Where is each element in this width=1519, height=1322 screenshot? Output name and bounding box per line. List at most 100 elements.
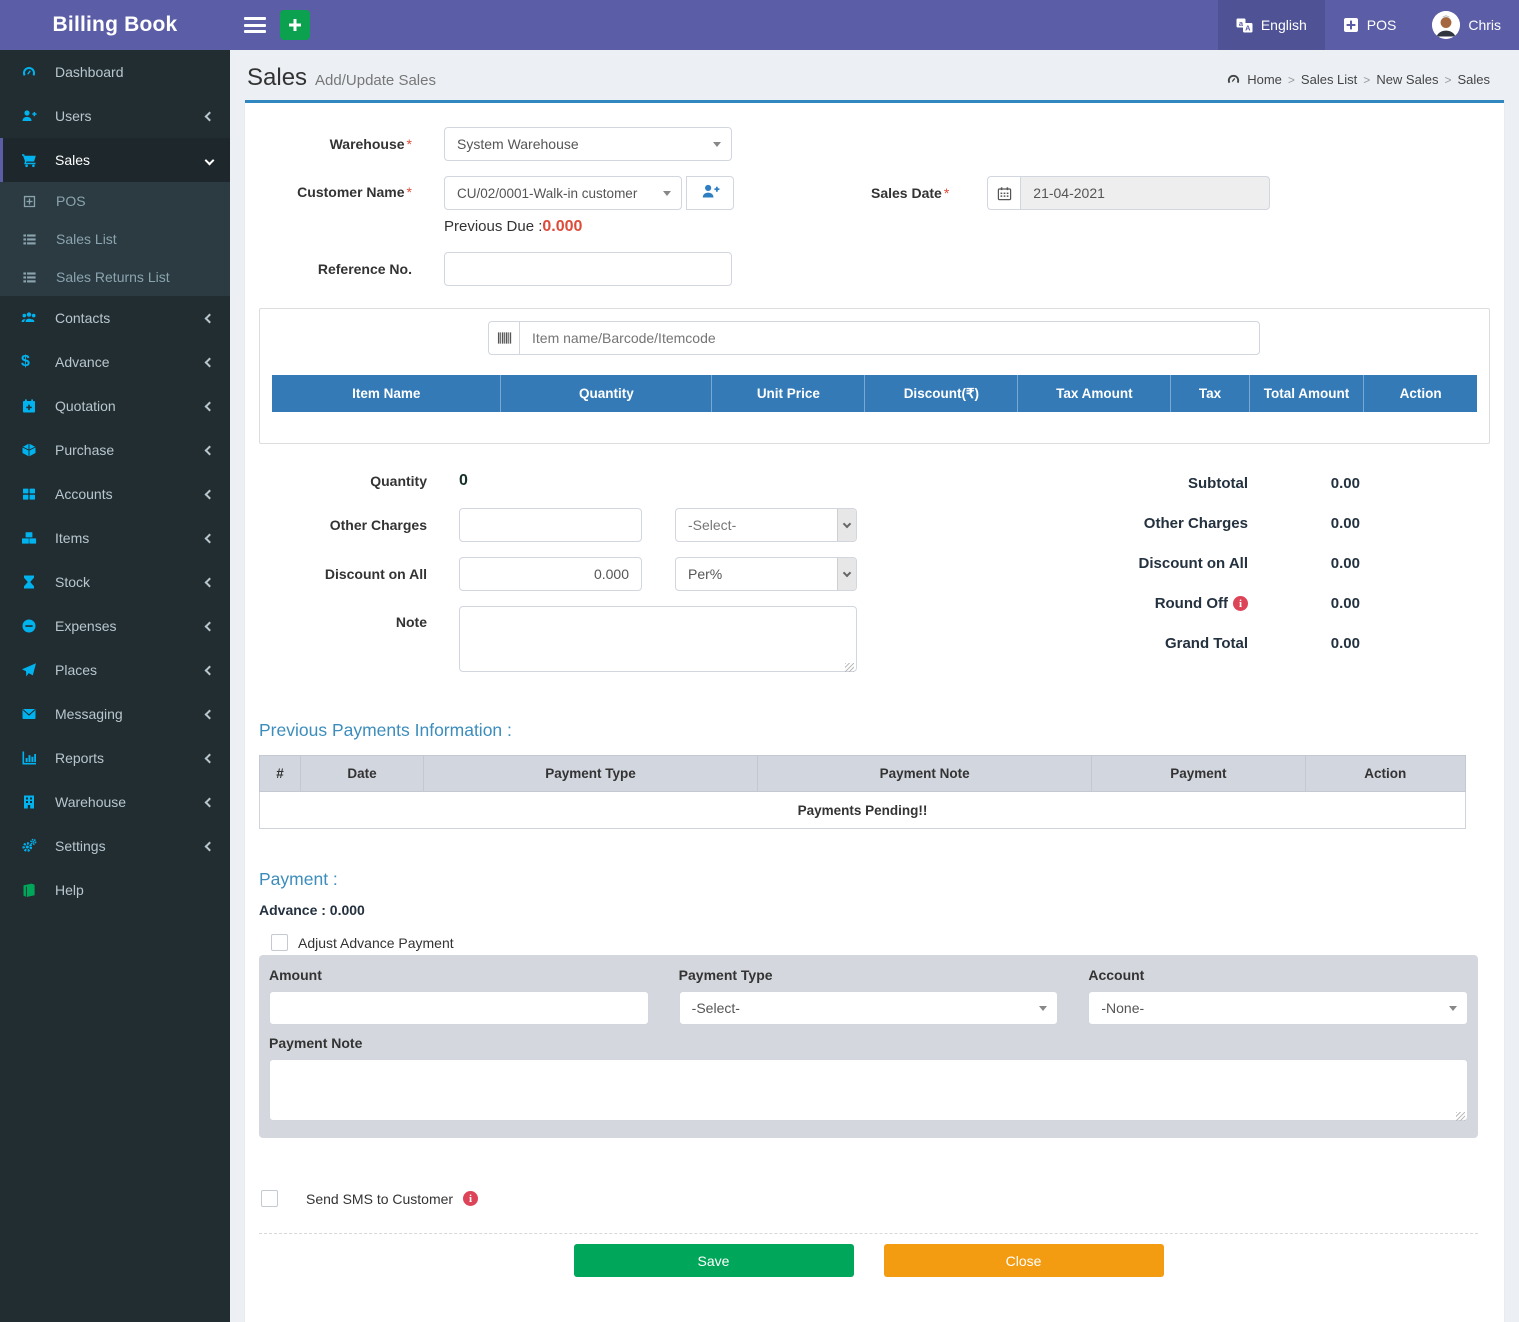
discount-type-select[interactable]: Per%	[675, 557, 857, 591]
language-menu[interactable]: aA English	[1218, 0, 1325, 50]
sidebar-item-sales[interactable]: Sales	[0, 138, 230, 182]
chevron-left-icon	[205, 401, 215, 411]
sidebar-item-sales-list[interactable]: Sales List	[0, 220, 230, 258]
payment-note-textarea[interactable]	[269, 1059, 1468, 1121]
breadcrumb-home[interactable]: Home	[1247, 72, 1282, 87]
breadcrumb-sales-list[interactable]: Sales List	[1301, 72, 1357, 87]
warehouse-select[interactable]: System Warehouse	[444, 127, 732, 161]
sidebar-item-items[interactable]: Items	[0, 516, 230, 560]
book-icon	[21, 882, 45, 898]
caret-down-icon	[713, 142, 721, 147]
save-button[interactable]: Save	[574, 1244, 854, 1277]
sidebar-item-contacts[interactable]: Contacts	[0, 296, 230, 340]
other-charges-select[interactable]: -Select-	[675, 508, 857, 542]
sidebar-item-purchase[interactable]: Purchase	[0, 428, 230, 472]
sidebar-item-label: Users	[55, 108, 206, 124]
items-col-quantity: Quantity	[501, 375, 712, 412]
sidebar-item-dashboard[interactable]: Dashboard	[0, 50, 230, 94]
discount-on-all-input[interactable]	[459, 557, 642, 591]
round-off-value: 0.00	[1248, 595, 1360, 612]
sidebar-toggle-icon[interactable]	[244, 17, 266, 33]
sidebar-item-pos[interactable]: POS	[0, 182, 230, 220]
adjust-advance-checkbox[interactable]	[271, 934, 288, 951]
sidebar-item-quotation[interactable]: Quotation	[0, 384, 230, 428]
calendar-plus-icon	[21, 398, 45, 414]
sidebar-item-settings[interactable]: Settings	[0, 824, 230, 868]
other-charges-input[interactable]	[459, 508, 642, 542]
sidebar-item-accounts[interactable]: Accounts	[0, 472, 230, 516]
pp-col-index: #	[260, 756, 301, 792]
sidebar-item-stock[interactable]: Stock	[0, 560, 230, 604]
app-logo[interactable]: Billing Book	[0, 0, 230, 50]
sidebar-item-label: Items	[55, 530, 206, 546]
payment-heading: Payment :	[259, 869, 1490, 890]
select-chevron-strip	[837, 509, 856, 541]
pp-col-payment-type: Payment Type	[424, 756, 758, 792]
sidebar-item-places[interactable]: Places	[0, 648, 230, 692]
home-icon	[1226, 72, 1241, 87]
sidebar-item-expenses[interactable]: Expenses	[0, 604, 230, 648]
user-plus-icon	[21, 108, 45, 124]
close-button[interactable]: Close	[884, 1244, 1164, 1277]
sidebar-item-label: Places	[55, 662, 206, 678]
items-col-action: Action	[1364, 375, 1477, 412]
sidebar-item-label: Contacts	[55, 310, 206, 326]
sidebar-item-label: Dashboard	[55, 64, 215, 80]
other-charges-label: Other Charges	[330, 517, 427, 533]
list-icon	[22, 232, 46, 247]
amount-input[interactable]	[269, 991, 649, 1025]
subtotal-value: 0.00	[1248, 475, 1360, 492]
info-icon[interactable]	[463, 1191, 478, 1206]
items-col-discount: Discount(₹)	[865, 375, 1018, 412]
sidebar-item-help[interactable]: Help	[0, 868, 230, 912]
language-icon: aA	[1236, 18, 1253, 33]
user-menu[interactable]: Chris	[1414, 0, 1519, 50]
items-col-total: Total Amount	[1249, 375, 1363, 412]
envelope-icon	[21, 706, 45, 722]
customer-select[interactable]: CU/02/0001-Walk-in customer	[444, 176, 682, 210]
sidebar-item-label: Warehouse	[55, 794, 206, 810]
info-icon[interactable]	[1233, 596, 1248, 611]
sidebar-item-label: POS	[56, 193, 215, 209]
note-textarea[interactable]	[459, 606, 857, 672]
discount-total-value: 0.00	[1248, 555, 1360, 572]
chevron-left-icon	[205, 489, 215, 499]
pp-col-payment: Payment	[1092, 756, 1305, 792]
sidebar-item-label: Purchase	[55, 442, 206, 458]
items-empty-row	[272, 412, 1477, 443]
quantity-total-value: 0	[459, 472, 468, 490]
sidebar-item-sales-returns-list[interactable]: Sales Returns List	[0, 258, 230, 296]
sidebar-item-users[interactable]: Users	[0, 94, 230, 138]
previous-due-label: Previous Due :	[444, 218, 542, 235]
breadcrumb-new-sales[interactable]: New Sales	[1376, 72, 1438, 87]
sidebar-item-label: Sales	[55, 152, 206, 168]
caret-down-icon	[1039, 1006, 1047, 1011]
sidebar-item-warehouse[interactable]: Warehouse	[0, 780, 230, 824]
chevron-left-icon	[205, 313, 215, 323]
sidebar-item-advance[interactable]: Advance	[0, 340, 230, 384]
breadcrumb: Home > Sales List > New Sales > Sales	[1226, 72, 1504, 87]
sales-date-label: Sales Date	[871, 185, 942, 201]
quick-add-button[interactable]	[280, 10, 310, 40]
sidebar-item-messaging[interactable]: Messaging	[0, 692, 230, 736]
reference-input[interactable]	[444, 252, 732, 286]
amount-label: Amount	[269, 967, 649, 983]
previous-due: Previous Due :0.000	[444, 218, 734, 236]
payment-type-select-value: -Select-	[692, 1000, 740, 1016]
pos-menu[interactable]: POS	[1325, 0, 1415, 50]
sales-date-input[interactable]	[1020, 176, 1270, 210]
required-asterisk: *	[407, 184, 412, 200]
item-search-input[interactable]	[519, 321, 1260, 355]
chevron-down-icon	[205, 155, 215, 165]
send-sms-checkbox[interactable]	[261, 1190, 278, 1207]
customer-select-value: CU/02/0001-Walk-in customer	[457, 186, 637, 201]
pp-col-action: Action	[1305, 756, 1465, 792]
sidebar-item-reports[interactable]: Reports	[0, 736, 230, 780]
warehouse-label: Warehouse	[330, 136, 405, 152]
add-customer-button[interactable]	[686, 176, 734, 210]
payment-type-select[interactable]: -Select-	[679, 991, 1059, 1025]
sales-form-card: Warehouse* System Warehouse Customer Nam…	[245, 100, 1504, 1322]
account-select[interactable]: -None-	[1088, 991, 1468, 1025]
adjust-advance-label: Adjust Advance Payment	[298, 935, 454, 951]
user-plus-icon	[701, 182, 720, 204]
